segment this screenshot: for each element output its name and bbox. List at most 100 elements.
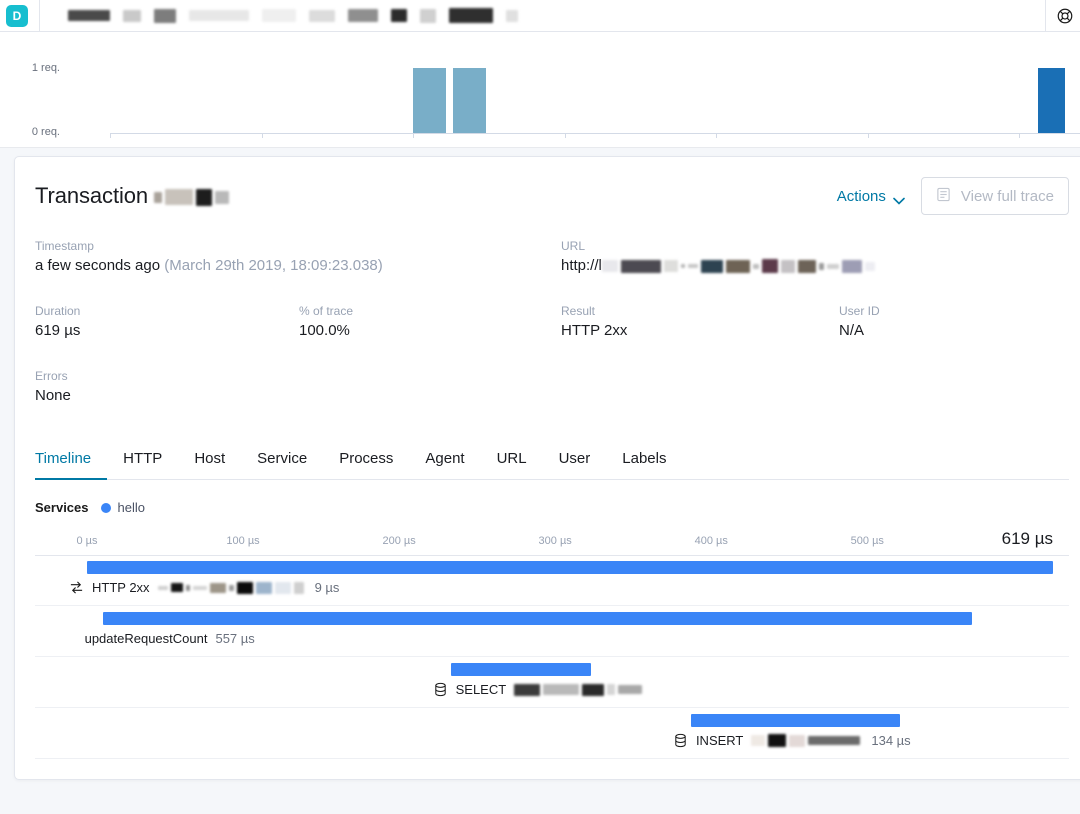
x-axis-tick [413,133,415,138]
transaction-name-redacted [154,183,232,208]
chart-bar[interactable] [1037,68,1065,133]
database-icon [673,733,688,748]
services-legend: Services hello [35,500,1069,515]
pct-of-trace-label: % of trace [299,304,354,318]
span-redacted-block-0 [157,585,168,590]
service-legend-item[interactable]: hello [100,500,145,515]
tab-http[interactable]: HTTP [107,444,178,479]
span-bar[interactable] [87,561,1053,574]
duration-label: Duration [35,304,81,318]
meta-row-timestamp-url: Timestamp a few seconds ago (March 29th … [35,239,1069,274]
url-redacted-block-11 [818,262,824,270]
field-pct-of-trace: % of trace 100.0% [299,304,561,339]
view-full-trace-button[interactable]: View full trace [920,177,1069,215]
waterfall-tick-label: 400 µs [694,535,728,547]
tab-labels[interactable]: Labels [606,444,682,479]
title-redacted-block-3 [215,190,230,204]
span-redacted-block-7 [255,581,272,594]
top-navigation-bar: D [0,0,1080,32]
x-axis-tick [867,133,869,138]
url-text: http://l [561,257,602,274]
transaction-title-prefix: Transaction [35,183,149,208]
span-label: INSERT 134 µs [673,733,911,748]
tab-timeline[interactable]: Timeline [35,444,108,480]
service-name: hello [117,500,145,515]
field-errors: Errors None [35,369,71,404]
tab-agent[interactable]: Agent [409,444,480,479]
field-result: Result HTTP 2xx [561,304,839,339]
result-label: Result [561,304,596,318]
span-name: updateRequestCount [84,631,208,646]
x-axis-tick [261,133,263,138]
url-redacted-block-3 [680,264,685,269]
span-name: INSERT [695,733,744,748]
span-label: SELECT [433,682,646,697]
tab-process[interactable]: Process [323,444,409,479]
x-axis-line [110,133,1080,134]
user-id-label: User ID [839,304,880,318]
nav-redacted-item-0 [68,10,110,21]
tab-url[interactable]: URL [481,444,543,479]
user-id-value: N/A [839,322,865,339]
nav-redacted-item-7 [391,9,407,22]
url-redacted-block-10 [797,259,816,273]
x-axis-tick [1019,133,1021,138]
title-redacted-block-2 [196,188,213,206]
span-redacted-block-0 [514,683,541,696]
url-redacted [601,257,878,274]
span-name: HTTP 2xx [92,580,150,595]
waterfall-row[interactable]: HTTP 2xx 9 µs [35,555,1069,606]
nav-breadcrumb-items[interactable] [68,8,521,23]
field-user-id: User ID N/A [839,304,880,339]
chart-bar[interactable] [413,68,447,133]
page-title: Transaction [35,183,232,209]
card-header-actions: Actions View full trace [837,177,1069,215]
nav-redacted-item-6 [348,9,378,22]
document-icon [936,187,951,206]
span-redacted-block-4 [209,582,226,593]
waterfall-row[interactable]: INSERT 134 µs [35,708,1069,759]
waterfall-tick-label: 300 µs [538,535,572,547]
span-bar[interactable] [450,663,592,676]
requests-distribution-chart[interactable]: 1 req.0 req.0 µs100 µs200 µs300 µs400 µs… [0,32,1080,148]
avatar[interactable]: D [6,4,28,27]
span-name: SELECT [455,682,507,697]
chart-bar[interactable] [452,68,486,133]
tab-host[interactable]: Host [178,444,241,479]
nav-right-group [1045,0,1080,32]
span-redacted-block-2 [789,734,806,747]
waterfall-row[interactable]: updateRequestCount 557 µs [35,606,1069,657]
waterfall-timeline: 0 µs 100 µs 200 µs 300 µs 400 µs 500 µs 619 µs… [35,529,1069,759]
duration-value: 619 µs [35,322,81,339]
y-axis-label-1: 1 req. [31,62,60,74]
tab-user[interactable]: User [543,444,607,479]
waterfall-tick-label: 100 µs [226,535,260,547]
url-value: http://l [561,257,878,274]
timestamp-relative: a few seconds ago [35,257,161,274]
span-redacted-block-0 [751,735,766,746]
errors-label: Errors [35,369,68,383]
url-redacted-block-7 [752,263,759,269]
span-bar[interactable] [102,612,972,625]
waterfall-tick-label: 500 µs [850,535,884,547]
x-axis-tick [110,133,111,138]
meta-row-errors: Errors None [35,369,1069,404]
timestamp-label: Timestamp [35,239,94,253]
span-redacted-block-6 [236,581,253,594]
span-label: HTTP 2xx 9 µs [69,580,339,595]
span-bar[interactable] [690,714,901,727]
detail-tabs[interactable]: Timeline HTTP Host Service Process Agent URL Us… [35,444,1069,480]
x-axis-tick [716,133,718,138]
url-redacted-block-13 [841,259,862,273]
transaction-arrows-icon [69,580,84,595]
timestamp-absolute: (March 29th 2019, 18:09:23.038) [164,257,383,274]
waterfall-row[interactable]: SELECT [35,657,1069,708]
url-redacted-block-12 [826,263,839,269]
tab-service[interactable]: Service [241,444,323,479]
nav-divider-right [1045,0,1046,32]
lifebuoy-help-icon[interactable] [1056,7,1074,25]
field-duration: Duration 619 µs [35,304,299,339]
database-icon [433,682,448,697]
actions-button[interactable]: Actions [837,188,905,205]
pct-of-trace-value: 100.0% [299,322,350,339]
